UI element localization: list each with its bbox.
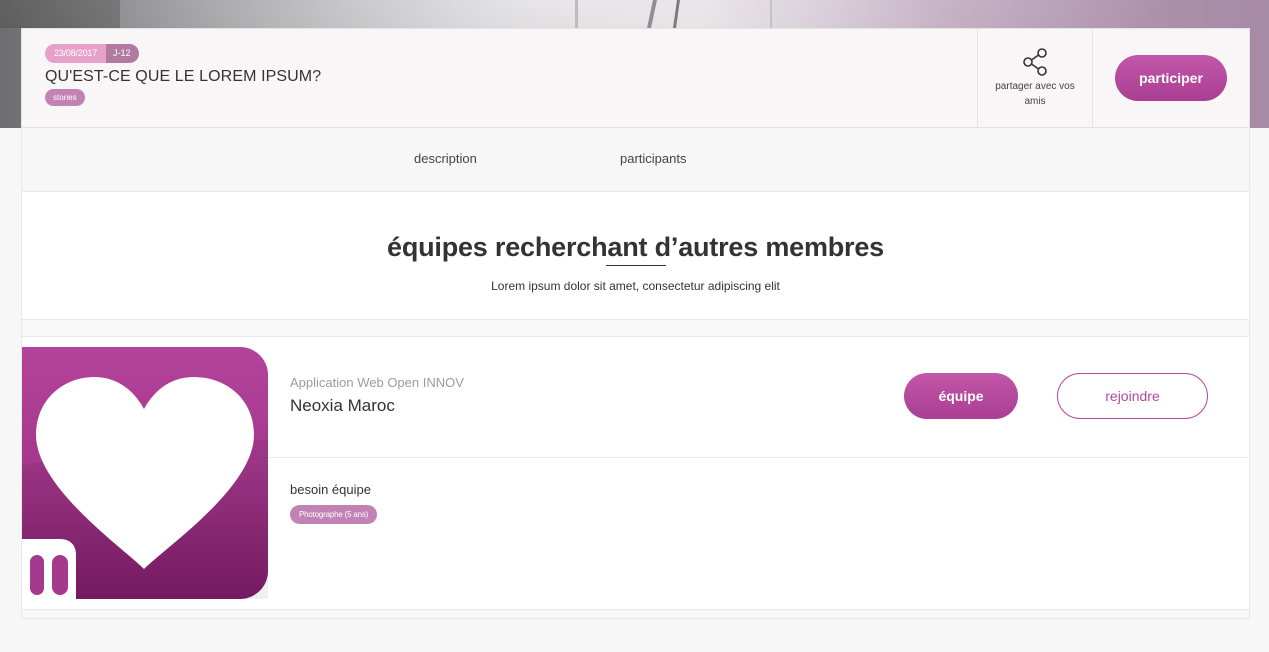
bottom-band	[21, 610, 1250, 619]
tabs-bar: description participants	[21, 128, 1250, 192]
join-button[interactable]: rejoindre	[1057, 373, 1208, 419]
tab-description[interactable]: description	[414, 151, 477, 166]
event-info: 23/08/2017 J-12 QU'EST-CE QUE LE LOREM I…	[22, 29, 977, 127]
tab-participants[interactable]: participants	[620, 151, 686, 166]
need-label: besoin équipe	[290, 482, 371, 497]
share-button[interactable]: partager avec vos amis	[977, 29, 1093, 127]
category-badge[interactable]: stories	[45, 89, 85, 106]
date-tags: 23/08/2017 J-12	[45, 44, 954, 63]
countdown-badge: J-12	[106, 44, 139, 63]
section-title: équipes recherchant d’autres membres	[387, 232, 884, 262]
divider	[21, 320, 1250, 336]
role-badge: Photographe (5 ans)	[290, 505, 378, 524]
section-header: équipes recherchant d’autres membres Lor…	[21, 192, 1250, 320]
team-name: Neoxia Maroc	[290, 396, 395, 415]
participate-button[interactable]: participer	[1115, 55, 1227, 101]
team-button[interactable]: équipe	[904, 373, 1018, 419]
project-name: Application Web Open INNOV	[290, 375, 464, 390]
event-title: QU'EST-CE QUE LE LOREM IPSUM?	[45, 68, 322, 85]
title-underline	[605, 265, 666, 266]
team-card: Application Web Open INNOV Neoxia Maroc …	[21, 336, 1250, 610]
event-header: 23/08/2017 J-12 QU'EST-CE QUE LE LOREM I…	[21, 28, 1250, 128]
share-label: partager avec vos amis	[995, 81, 1075, 107]
date-badge: 23/08/2017	[45, 44, 107, 63]
share-icon	[1023, 48, 1047, 76]
heart-logo	[22, 347, 268, 599]
participate-area: participer	[1093, 29, 1249, 127]
section-subtitle: Lorem ipsum dolor sit amet, consectetur …	[491, 279, 780, 293]
